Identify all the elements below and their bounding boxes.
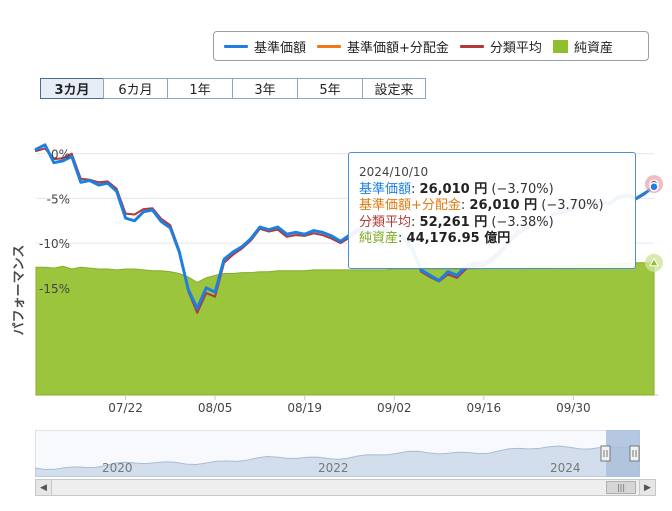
y-tick-label-2: -10% [39, 237, 70, 251]
x-tick-label-5: 09/30 [556, 401, 591, 415]
navigator-year-2022: 2022 [318, 461, 349, 475]
tooltip-value-category-average: 52,261 円 [419, 214, 488, 230]
tooltip-change-nav-with-dividend: (−3.70%) [537, 198, 604, 213]
x-tick-label-2: 08/19 [287, 401, 322, 415]
tooltip-value-nav: 26,010 円 [419, 181, 488, 197]
scroll-right-arrow-icon[interactable]: ▶ [639, 480, 655, 495]
scrollbar-thumb[interactable]: ||| [606, 481, 636, 494]
navigator-left-handle[interactable] [600, 445, 611, 462]
scroll-left-arrow-icon[interactable]: ◀ [36, 480, 52, 495]
tooltip-value-net-assets: 44,176.95 億円 [406, 231, 511, 246]
tooltip-label-net-assets: 純資産 [359, 231, 399, 246]
tooltip-sep-net-assets: : [398, 231, 407, 246]
y-tick-label-1: -5% [47, 192, 70, 206]
data-tooltip: 2024/10/10 基準価額: 26,010 円 (−3.70%) 基準価額+… [348, 152, 636, 269]
tooltip-change-nav: (−3.70%) [487, 181, 554, 197]
range-navigator[interactable]: 2020 2022 2024 [35, 430, 640, 477]
tooltip-label-category-average: 分類平均 [359, 214, 412, 230]
tooltip-date: 2024/10/10 [359, 165, 429, 179]
tooltip-sep-category-average: : [411, 214, 420, 230]
x-tick-label-0: 07/22 [108, 401, 143, 415]
tooltip-row-nav-with-dividend: 基準価額+分配金: 26,010 円 (−3.70%) [359, 198, 635, 215]
x-tick-label-1: 08/05 [198, 401, 233, 415]
tooltip-row-net-assets: 純資産: 44,176.95 億円 [359, 231, 635, 248]
navigator-year-2024: 2024 [550, 461, 581, 475]
tooltip-label-nav-with-dividend: 基準価額+分配金 [359, 198, 461, 213]
x-tick-label-4: 09/16 [467, 401, 502, 415]
y-tick-label-3: -15% [39, 282, 70, 296]
tooltip-change-category-average: (−3.38%) [487, 214, 554, 230]
y-tick-label-0: 0% [51, 148, 70, 162]
tooltip-value-nav-with-dividend: 26,010 円 [469, 198, 538, 213]
tooltip-sep-nav: : [411, 181, 420, 197]
series-net-assets-area [35, 262, 655, 396]
tooltip-label-nav: 基準価額 [359, 181, 412, 197]
tooltip-row-category-average: 分類平均: 52,261 円 (−3.38%) [359, 215, 635, 232]
navigator-year-2020: 2020 [102, 461, 133, 475]
navigator-scrollbar[interactable]: ◀ ||| ▶ [35, 479, 656, 496]
navigator-right-handle[interactable] [629, 445, 640, 462]
marker-nav [649, 182, 659, 192]
x-tick-label-3: 09/02 [377, 401, 412, 415]
tooltip-row-nav: 基準価額: 26,010 円 (−3.70%) [359, 182, 635, 199]
